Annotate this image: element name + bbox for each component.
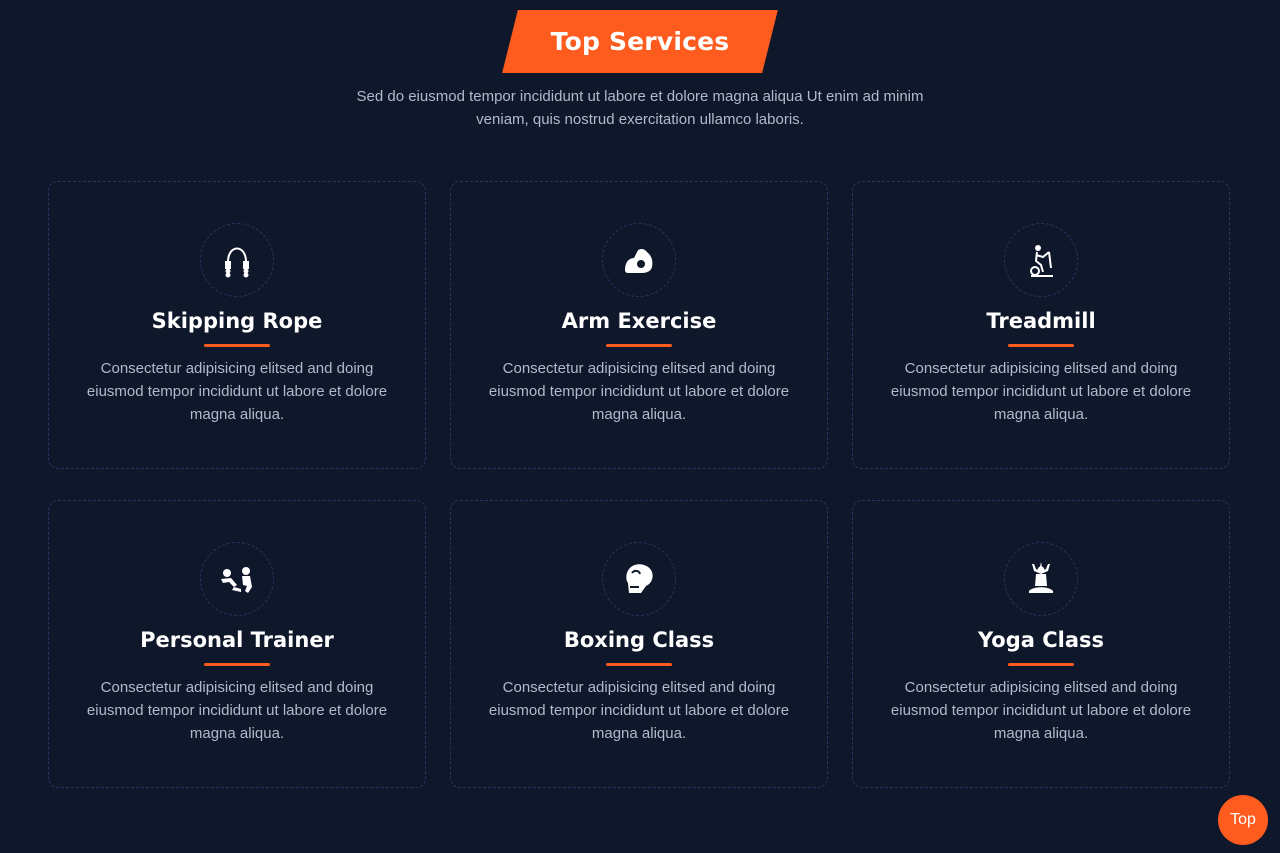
service-card-personal-trainer[interactable]: Personal Trainer Consectetur adipisicing…	[48, 500, 426, 788]
title-underline	[606, 344, 672, 347]
service-description: Consectetur adipisicing elitsed and doin…	[890, 360, 1192, 423]
service-description: Consectetur adipisicing elitsed and doin…	[86, 360, 388, 423]
scroll-to-top-button[interactable]: Top	[1218, 795, 1268, 845]
service-card-arm-exercise[interactable]: Arm Exercise Consectetur adipisicing eli…	[450, 181, 828, 469]
title-underline	[204, 344, 270, 347]
arm-muscle-icon	[602, 223, 676, 297]
service-description: Consectetur adipisicing elitsed and doin…	[86, 679, 388, 742]
boxing-glove-icon	[602, 542, 676, 616]
section-title: Top Services	[550, 27, 730, 56]
service-title: Yoga Class	[978, 628, 1104, 652]
services-grid: Skipping Rope Consectetur adipisicing el…	[48, 181, 1230, 788]
title-underline	[606, 663, 672, 666]
service-card-treadmill[interactable]: Treadmill Consectetur adipisicing elitse…	[852, 181, 1230, 469]
service-title: Personal Trainer	[140, 628, 334, 652]
service-title: Skipping Rope	[151, 309, 323, 333]
skipping-rope-icon	[200, 223, 274, 297]
service-description: Consectetur adipisicing elitsed and doin…	[890, 679, 1192, 742]
service-card-skipping-rope[interactable]: Skipping Rope Consectetur adipisicing el…	[48, 181, 426, 469]
yoga-pose-icon	[1004, 542, 1078, 616]
section-title-banner: Top Services	[502, 10, 778, 73]
title-underline	[1008, 344, 1074, 347]
title-underline	[1008, 663, 1074, 666]
treadmill-icon	[1004, 223, 1078, 297]
section-intro: Sed do eiusmod tempor incididunt ut labo…	[356, 88, 924, 128]
service-title: Boxing Class	[563, 628, 715, 652]
service-card-boxing-class[interactable]: Boxing Class Consectetur adipisicing eli…	[450, 500, 828, 788]
service-description: Consectetur adipisicing elitsed and doin…	[488, 679, 790, 742]
service-card-yoga-class[interactable]: Yoga Class Consectetur adipisicing elits…	[852, 500, 1230, 788]
service-title: Arm Exercise	[561, 309, 717, 333]
service-title: Treadmill	[986, 309, 1096, 333]
title-underline	[204, 663, 270, 666]
personal-trainer-icon	[200, 542, 274, 616]
service-description: Consectetur adipisicing elitsed and doin…	[488, 360, 790, 423]
